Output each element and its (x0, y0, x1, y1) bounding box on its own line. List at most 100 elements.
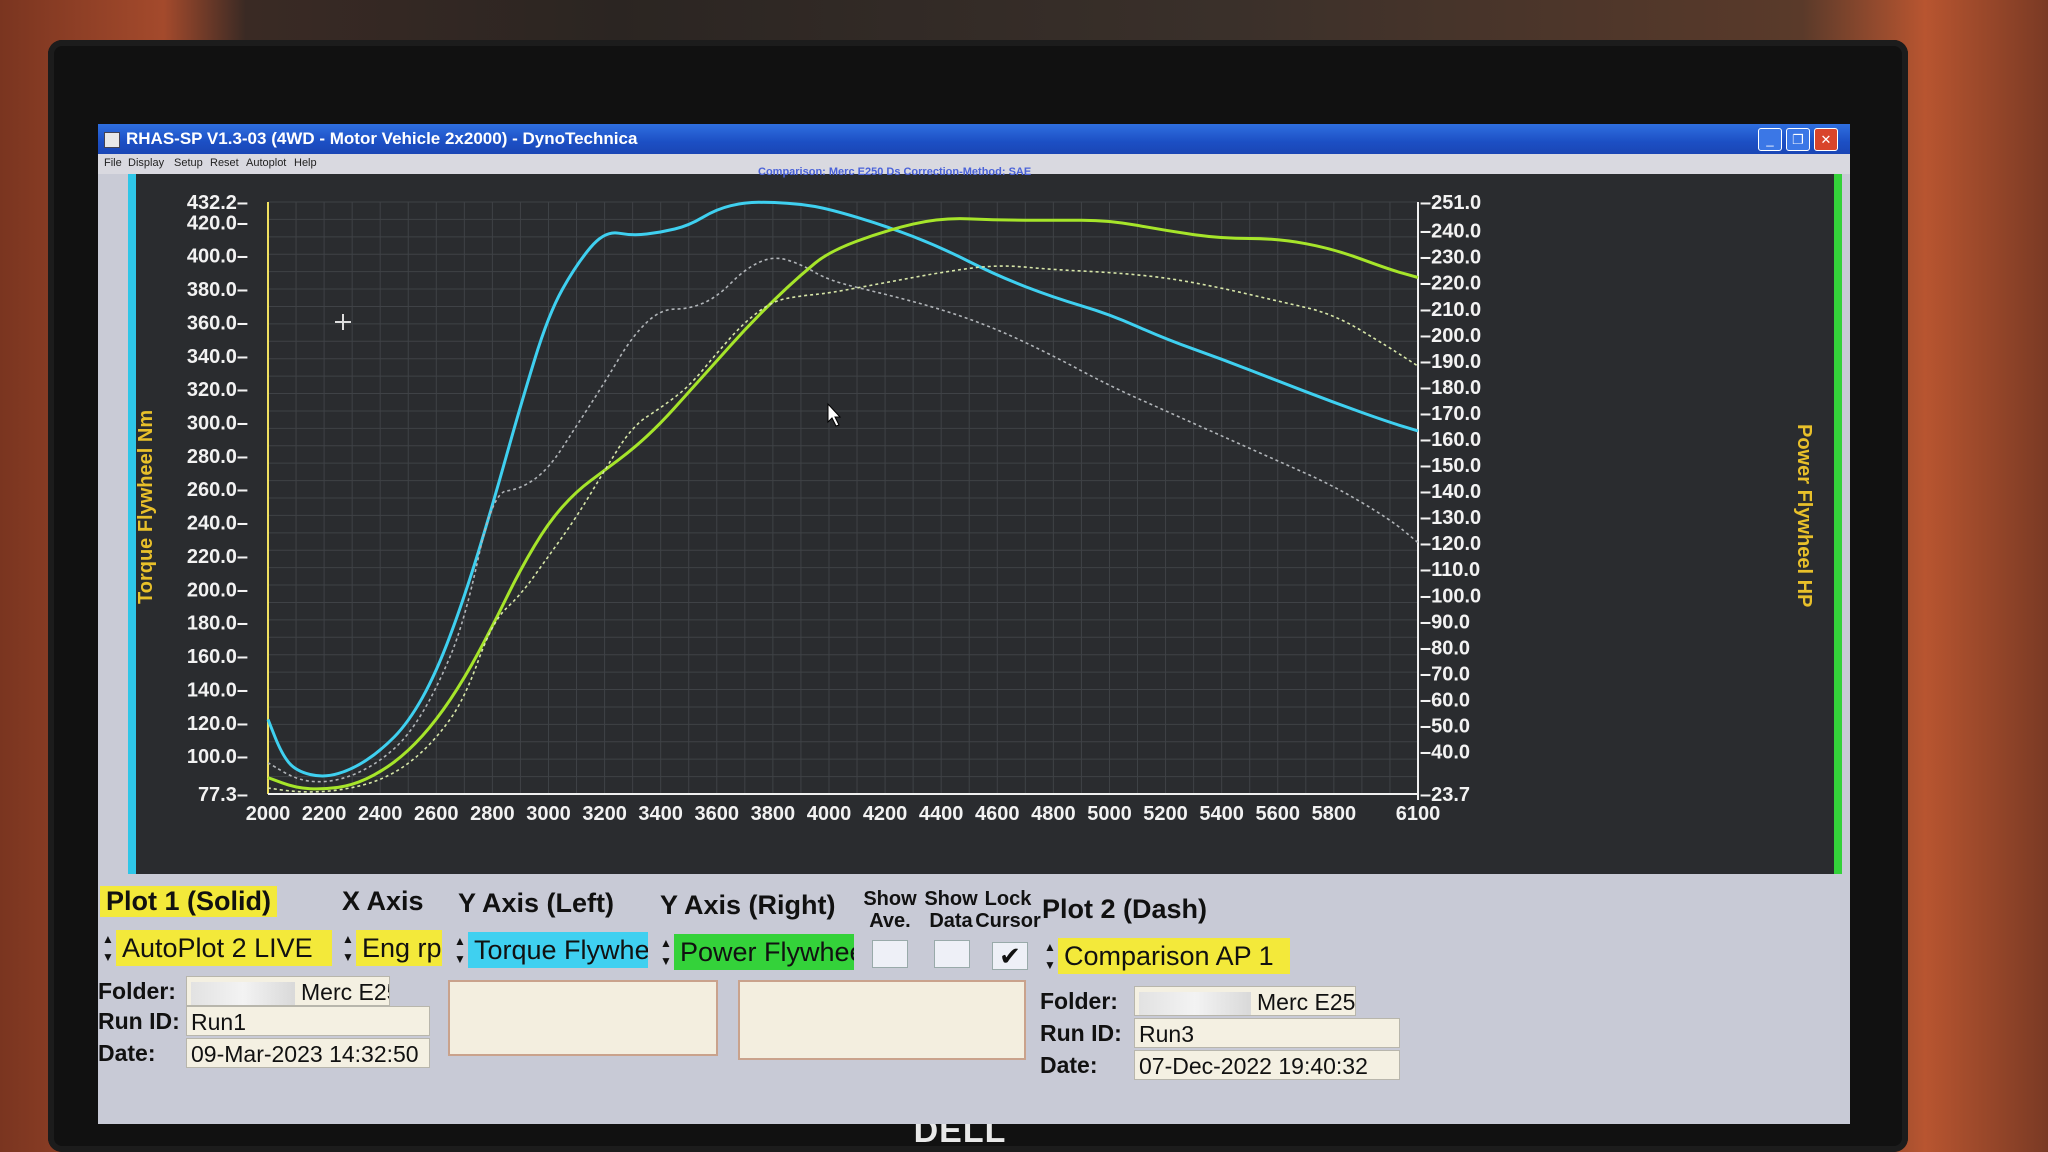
menu-autoplot[interactable]: Autoplot (246, 157, 286, 169)
plot1-source-select[interactable]: AutoPlot 2 LIVE (116, 930, 332, 966)
x-tick-label: 3200 (582, 803, 627, 825)
x-tick-label: 3800 (751, 803, 796, 825)
title-bar: RHAS-SP V1.3-03 (4WD - Motor Vehicle 2x2… (98, 124, 1850, 154)
plot1-title: Plot 1 (Solid) (100, 886, 277, 917)
chart-canvas[interactable]: 432.2–420.0– 400.0– 380.0– 360.0– 340.0– 320.… (128, 174, 1842, 874)
x-tick-label: 2400 (358, 803, 403, 825)
data-readout-right (738, 980, 1026, 1060)
plot1-spinner[interactable]: ▲ ▼ (100, 930, 116, 966)
left-tick-label: 160.0– (187, 646, 248, 668)
comparison-info: Comparison: Merc E250 Ds Correction-Meth… (758, 166, 1032, 178)
left-tick-label: 100.0– (187, 746, 248, 768)
x-tick-label: 5400 (1199, 803, 1244, 825)
right-tick-label: –200.0 (1420, 325, 1481, 347)
plot1-runid-label: Run ID: (98, 1008, 180, 1034)
right-tick-label: –40.0 (1420, 742, 1470, 764)
left-axis-label: Torque Flywheel Nm (135, 410, 157, 604)
left-tick-label: 280.0– (187, 446, 248, 468)
plot2-runid-field[interactable]: Run3 (1134, 1018, 1400, 1048)
left-tick-label: 200.0– (187, 579, 248, 601)
restore-button[interactable]: ❐ (1786, 128, 1810, 151)
series-lines (266, 200, 1419, 793)
x-tick-label: 5200 (1143, 803, 1188, 825)
y-left-select[interactable]: Torque Flywheel (468, 932, 648, 968)
x-tick-label: 3400 (638, 803, 683, 825)
close-button[interactable]: ✕ (1814, 128, 1838, 151)
left-tick-label: 260.0– (187, 479, 248, 501)
plot1-runid-field[interactable]: Run1 (186, 1006, 430, 1036)
x-tick-label: 5800 (1312, 803, 1357, 825)
menu-file[interactable]: File (104, 157, 122, 169)
y-left-spinner[interactable]: ▲ ▼ (452, 932, 468, 968)
redacted-path (191, 981, 295, 1005)
mouse-pointer-icon (827, 402, 842, 427)
grid-lines (267, 201, 1419, 795)
left-tick-label: 180.0– (187, 613, 248, 635)
redacted-path (1139, 991, 1251, 1015)
menu-reset[interactable]: Reset (210, 157, 239, 169)
x-tick-label: 2800 (470, 803, 515, 825)
window-title: RHAS-SP V1.3-03 (4WD - Motor Vehicle 2x2… (126, 129, 638, 148)
right-axis-label: Power Flywheel HP (1793, 424, 1815, 607)
x-tick-label: 5000 (1087, 803, 1132, 825)
right-tick-label: –100.0 (1420, 585, 1481, 607)
app-icon (104, 132, 120, 148)
left-tick-label: 400.0– (187, 246, 248, 268)
x-tick-label: 6100 (1396, 803, 1441, 825)
plot2-folder-value: Merc E25 (1257, 989, 1356, 1015)
right-tick-label: –150.0 (1420, 455, 1481, 477)
left-tick-label: 380.0– (187, 279, 248, 301)
x-tick-label: 4200 (863, 803, 908, 825)
plot2-runid-label: Run ID: (1040, 1020, 1122, 1046)
plot2-title: Plot 2 (Dash) (1042, 894, 1208, 924)
show-ave-checkbox[interactable] (872, 940, 908, 968)
left-tick-label: 320.0– (187, 379, 248, 401)
right-tick-label: –50.0 (1420, 716, 1470, 738)
x-tick-label: 3600 (695, 803, 740, 825)
show-data-checkbox[interactable] (934, 940, 970, 968)
y-right-spinner[interactable]: ▲ ▼ (658, 934, 674, 970)
minimize-button[interactable]: _ (1758, 128, 1782, 151)
series-line-2 (267, 257, 1419, 783)
y-axis-right-title: Y Axis (Right) (660, 890, 836, 920)
menu-setup[interactable]: Setup (174, 157, 203, 169)
left-tick-label: 240.0– (187, 513, 248, 535)
dyno-chart[interactable]: 432.2– 420.0– 400.0– 380.0– 360.0– 340.0– 320.… (128, 166, 1842, 874)
plot2-date-field[interactable]: 07-Dec-2022 19:40:32 (1134, 1050, 1400, 1080)
right-tick-label: –170.0 (1420, 403, 1481, 425)
right-tick-label: –90.0 (1420, 611, 1470, 633)
right-tick-label: –130.0 (1420, 507, 1481, 529)
left-tick-label: 77.3– (198, 784, 248, 806)
menu-display[interactable]: Display (128, 157, 164, 169)
x-tick-label: 2000 (246, 803, 291, 825)
left-tick-label: 220.0– (187, 546, 248, 568)
x-axis-spinner[interactable]: ▲ ▼ (340, 930, 356, 966)
x-tick-label: 4000 (807, 803, 852, 825)
x-tick-label: 2200 (302, 803, 347, 825)
plot2-folder-field[interactable]: Merc E25 (1134, 986, 1356, 1016)
right-tick-label: –120.0 (1420, 533, 1481, 555)
right-tick-label: –210.0 (1420, 299, 1481, 321)
plot1-folder-field[interactable]: Merc E25 (186, 976, 390, 1006)
menu-help[interactable]: Help (294, 157, 317, 169)
y-right-select[interactable]: Power Flywheel (674, 934, 854, 970)
lock-cursor-checkbox[interactable]: ✔ (992, 942, 1028, 970)
plot1-date-field[interactable]: 09-Mar-2023 14:32:50 (186, 1038, 430, 1068)
y-axis-left-title: Y Axis (Left) (458, 888, 615, 918)
left-tick-label: 420.0– (187, 212, 248, 234)
right-tick-label: –220.0 (1420, 273, 1481, 295)
x-tick-label: 4600 (975, 803, 1020, 825)
right-tick-label: –240.0 (1420, 221, 1481, 243)
plot2-spinner[interactable]: ▲ ▼ (1042, 938, 1058, 974)
right-tick-label: –80.0 (1420, 637, 1470, 659)
control-panel: Plot 1 (Solid) X Axis Y Axis (Left) Y Ax… (98, 880, 1850, 1124)
plot1-folder-label: Folder: (98, 978, 176, 1004)
plot2-source-select[interactable]: Comparison AP 1 (1058, 938, 1290, 974)
x-axis-title: X Axis (342, 886, 424, 916)
right-tick-label: –190.0 (1420, 351, 1481, 373)
left-tick-label: 432.2– (187, 192, 248, 214)
data-readout-left (448, 980, 718, 1056)
x-axis-select[interactable]: Eng rpm (356, 930, 442, 966)
x-tick-label: 3000 (526, 803, 571, 825)
tick-labels: 432.2–420.0– 400.0– 380.0– 360.0– 340.0– 320.… (187, 192, 1481, 825)
